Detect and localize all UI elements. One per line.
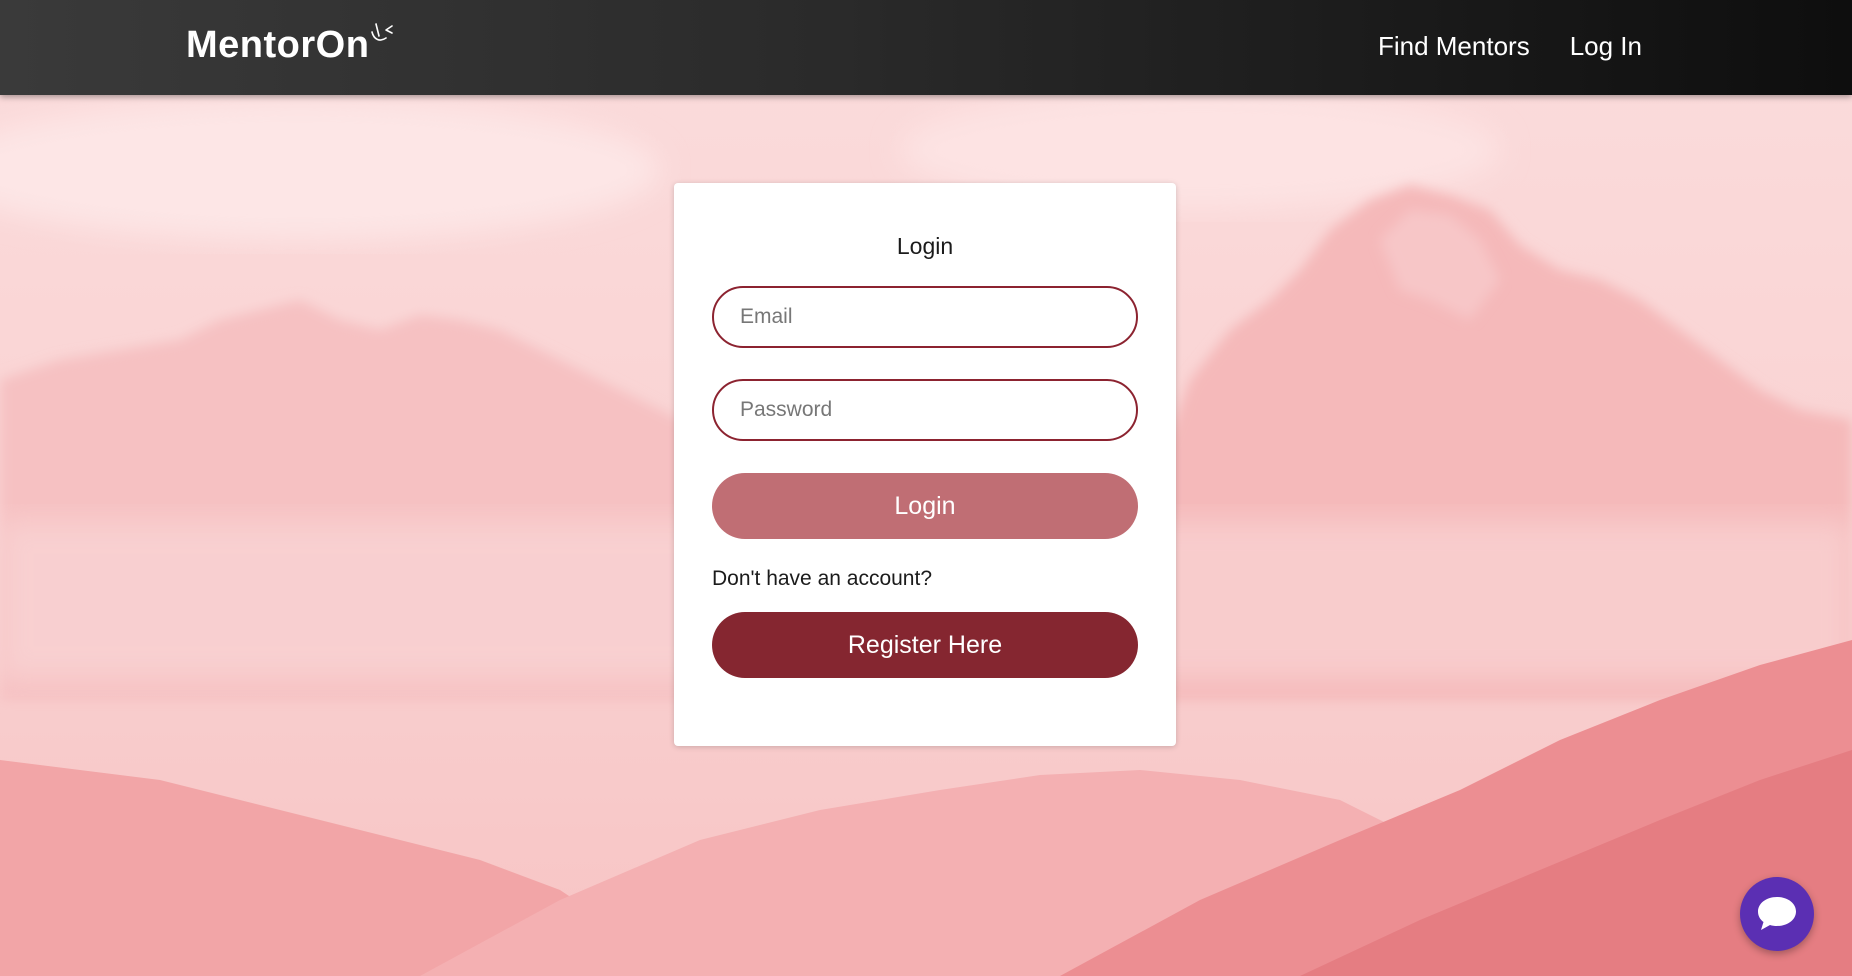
login-title: Login — [896, 233, 954, 259]
chat-button[interactable] — [1740, 877, 1814, 951]
email-field[interactable] — [712, 286, 1138, 348]
login-card: Login Login Don't have an account? Regis… — [674, 183, 1176, 746]
nav-links: Find Mentors Log In — [1378, 28, 1642, 64]
chat-bubble-icon — [1758, 897, 1796, 930]
brand-logo[interactable]: MentorOn — [186, 22, 400, 68]
login-button[interactable]: Login — [712, 473, 1138, 539]
password-field[interactable] — [712, 379, 1138, 441]
nav-link-find-mentors[interactable]: Find Mentors — [1378, 28, 1530, 64]
no-account-text: Don't have an account? — [712, 567, 932, 590]
nav-link-log-in[interactable]: Log In — [1570, 28, 1642, 64]
sparkle-icon — [371, 23, 394, 41]
register-button[interactable]: Register Here — [712, 612, 1138, 678]
brand-name: MentorOn — [186, 24, 370, 66]
top-navbar: MentorOn Find Mentors Log In — [0, 0, 1852, 95]
